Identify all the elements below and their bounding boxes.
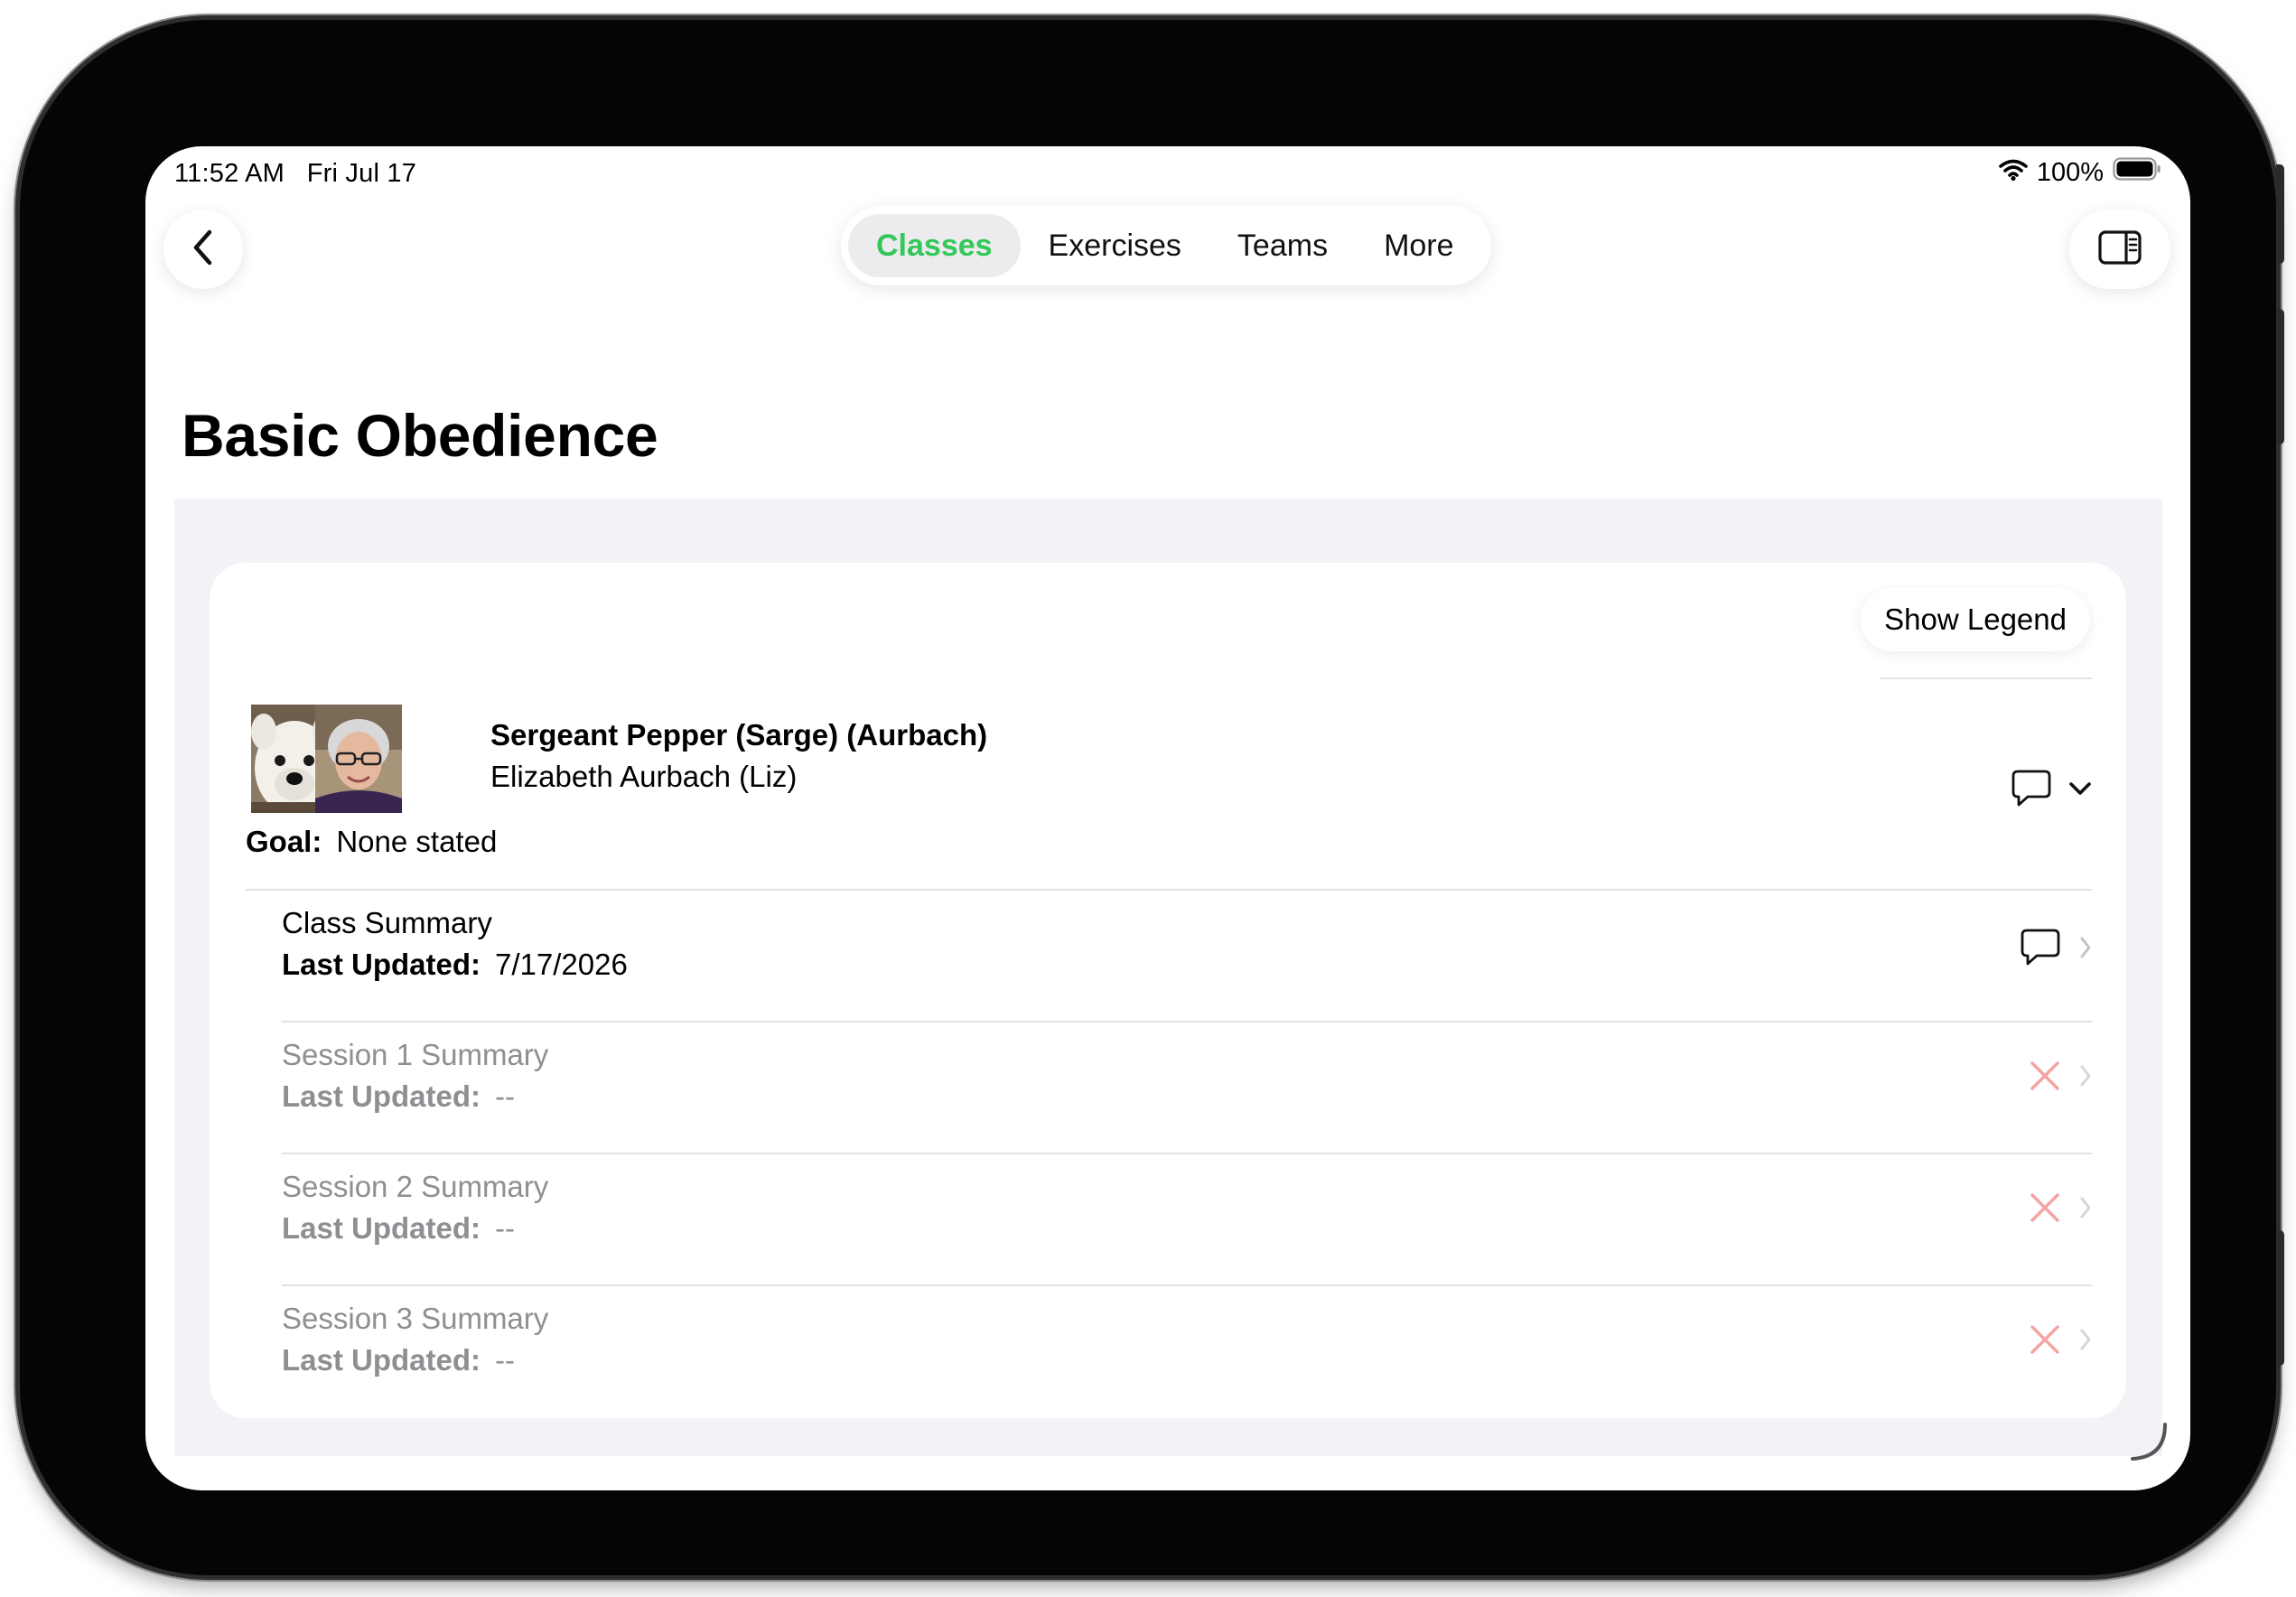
chevron-right-icon (2079, 1064, 2092, 1092)
chevron-right-icon (2079, 1196, 2092, 1224)
sidebar-icon (2098, 229, 2142, 269)
legend-divider (1880, 677, 2092, 679)
tab-exercises[interactable]: Exercises (1021, 214, 1209, 277)
chevron-down-icon[interactable] (2068, 780, 2092, 801)
screen: 11:52 AM Fri Jul 17 100% Classes Exercis… (145, 146, 2190, 1490)
comment-icon[interactable] (2020, 928, 2061, 972)
close-icon (2029, 1323, 2061, 1360)
summary-title: Session 1 Summary (282, 1038, 549, 1071)
goal-value: None stated (336, 825, 498, 858)
ipad-frame: 11:52 AM Fri Jul 17 100% Classes Exercis… (20, 20, 2284, 1575)
summary-title: Class Summary (282, 906, 492, 939)
hardware-button (2276, 1230, 2284, 1366)
back-button[interactable] (163, 210, 243, 289)
team-goal: Goal: None stated (246, 825, 497, 859)
row-actions (2029, 1060, 2092, 1097)
comment-icon[interactable] (2011, 769, 2052, 813)
close-icon (2029, 1191, 2061, 1228)
battery-icon (2113, 157, 2161, 188)
team-actions (2011, 769, 2092, 813)
summary-title: Session 3 Summary (282, 1302, 549, 1335)
session-1-summary-row[interactable]: Session 1 Summary Last Updated: -- (210, 1022, 2126, 1153)
sidebar-toggle-button[interactable] (2069, 210, 2170, 289)
tab-teams[interactable]: Teams (1209, 214, 1356, 277)
close-icon (2029, 1060, 2061, 1097)
status-bar-time: 11:52 AM Fri Jul 17 (174, 159, 417, 188)
summary-updated: Last Updated: -- (282, 1211, 515, 1245)
battery-percentage: 100% (2036, 157, 2104, 187)
session-3-summary-row[interactable]: Session 3 Summary Last Updated: -- (210, 1285, 2126, 1417)
team-card: Show Legend Sergeant Pepper (Sarge) (Aur… (210, 563, 2126, 1418)
session-2-summary-row[interactable]: Session 2 Summary Last Updated: -- (210, 1153, 2126, 1285)
summary-updated: Last Updated: 7/17/2026 (282, 948, 628, 981)
row-actions (2029, 1323, 2092, 1360)
goal-label: Goal: (246, 825, 322, 858)
tab-bar: Classes Exercises Teams More (841, 206, 1491, 285)
chevron-right-icon (2079, 936, 2092, 964)
summary-title: Session 2 Summary (282, 1170, 549, 1203)
dog-name: Sergeant Pepper (Sarge) (Aurbach) (490, 718, 988, 752)
tab-more[interactable]: More (1356, 214, 1481, 277)
status-bar-right: 100% (1999, 157, 2161, 188)
tab-classes[interactable]: Classes (848, 214, 1021, 277)
class-summary-row[interactable]: Class Summary Last Updated: 7/17/2026 (210, 890, 2126, 1022)
resize-corner-icon[interactable] (2127, 1421, 2169, 1467)
handler-name: Elizabeth Aurbach (Liz) (490, 760, 798, 793)
hardware-button (2276, 309, 2284, 444)
row-actions (2020, 928, 2092, 972)
page-title: Basic Obedience (182, 402, 658, 469)
summary-updated: Last Updated: -- (282, 1079, 515, 1113)
show-legend-button[interactable]: Show Legend (1861, 588, 2090, 651)
hardware-button (2276, 164, 2284, 264)
summary-updated: Last Updated: -- (282, 1343, 515, 1377)
chevron-right-icon (2079, 1328, 2092, 1356)
handler-photo (315, 705, 402, 813)
row-actions (2029, 1191, 2092, 1228)
wifi-icon (1999, 158, 2028, 188)
chevron-left-icon (191, 229, 215, 271)
